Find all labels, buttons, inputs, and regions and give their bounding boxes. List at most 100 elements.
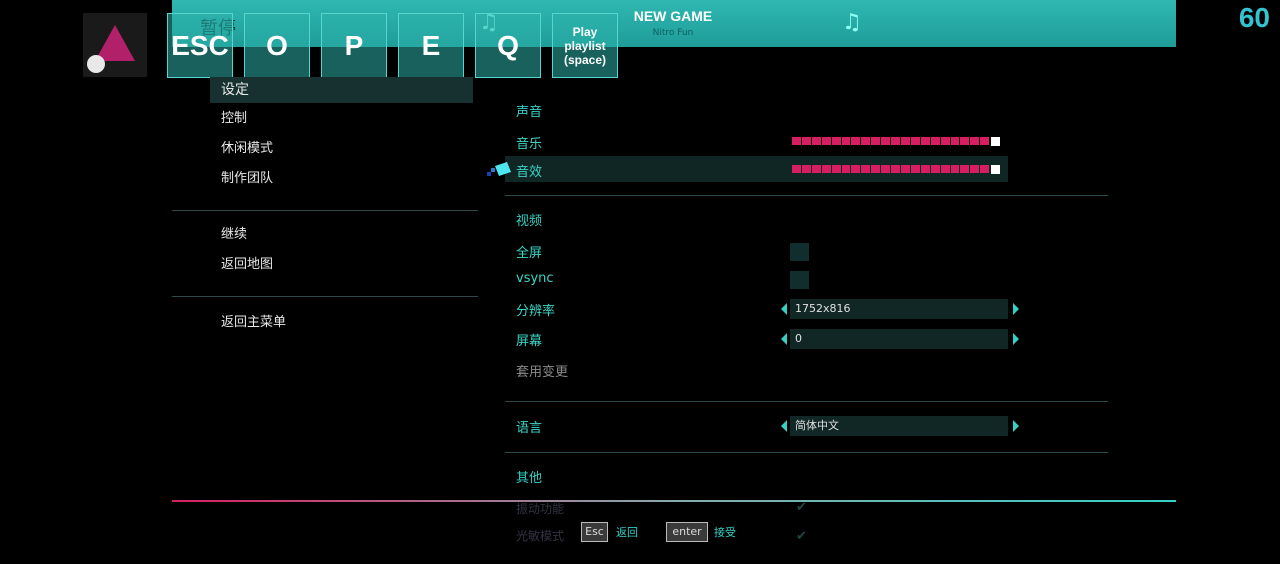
playlist-line-1: Play (572, 24, 598, 39)
playlist-line-3: (space) (563, 52, 607, 67)
slider-segment (851, 137, 861, 145)
slider-segment (920, 137, 930, 145)
song-title: NEW GAME (633, 8, 713, 24)
apply-changes-button[interactable]: 套用变更 (516, 361, 568, 380)
enter-hint-label: 接受 (714, 526, 736, 539)
sfx-volume-label: 音效 (516, 165, 543, 180)
key-e-button[interactable]: E (398, 13, 464, 78)
fps-counter: 60 (1238, 2, 1270, 33)
section-other-title: 其他 (516, 471, 543, 486)
slider-knob[interactable] (991, 164, 1001, 174)
screen-selector[interactable]: 0 (780, 329, 1020, 349)
slider-segment (910, 137, 920, 145)
arrow-left-icon[interactable] (781, 303, 787, 315)
slider-segment (831, 137, 841, 145)
section-sound-title: 声音 (516, 105, 543, 120)
menu-item-controls[interactable]: 控制 (210, 106, 473, 132)
slider-segment (940, 137, 950, 145)
slider-segment (811, 137, 821, 145)
arrow-right-icon[interactable] (1013, 420, 1019, 432)
key-o-button[interactable]: O (244, 13, 310, 78)
music-volume-label: 音乐 (516, 137, 543, 152)
slider-segment (910, 165, 920, 173)
slider-segment (881, 165, 891, 173)
resolution-selector[interactable]: 1752x816 (780, 299, 1020, 319)
vibration-checkbox[interactable]: ✔ (796, 500, 807, 515)
vsync-label: vsync (516, 271, 554, 286)
slider-segment (792, 137, 801, 145)
menu-divider (172, 210, 478, 211)
settings-divider (505, 195, 1108, 196)
vibration-label: 振动功能 (516, 502, 565, 516)
vsync-checkbox[interactable] (790, 271, 809, 289)
slider-segment (851, 165, 861, 173)
photosensitive-checkbox[interactable]: ✔ (796, 529, 807, 544)
slider-segment (980, 165, 990, 173)
play-playlist-button[interactable]: Play playlist (space) (552, 13, 618, 78)
menu-item-settings[interactable]: 设定 (210, 77, 473, 103)
playlist-line-2: playlist (564, 38, 606, 53)
song-artist: Nitro Fun (652, 28, 694, 38)
arrow-right-icon[interactable] (1013, 333, 1019, 345)
language-selector[interactable]: 简体中文 (780, 416, 1020, 436)
slider-segment (821, 137, 831, 145)
arrow-right-icon[interactable] (1013, 303, 1019, 315)
slider-segment (861, 165, 871, 173)
selection-cursor-icon (487, 162, 511, 176)
slider-knob[interactable] (991, 136, 1001, 146)
key-q-button[interactable]: Q (475, 13, 541, 78)
menu-item-credits[interactable]: 制作团队 (210, 166, 473, 192)
section-video-title: 视频 (516, 214, 543, 229)
sfx-volume-slider[interactable] (792, 164, 1001, 174)
game-logo (83, 13, 147, 77)
slider-segment (950, 137, 960, 145)
screen-value: 0 (790, 329, 1008, 349)
settings-divider (505, 401, 1108, 402)
slider-segment (841, 165, 851, 173)
key-p-button[interactable]: P (321, 13, 387, 78)
slider-segment (871, 137, 881, 145)
slider-segment (970, 137, 980, 145)
settings-divider (505, 452, 1108, 453)
fullscreen-label: 全屏 (516, 246, 543, 261)
esc-hint-label: 返回 (616, 526, 638, 539)
menu-item-continue[interactable]: 继续 (210, 222, 473, 248)
slider-segment (891, 137, 900, 145)
language-value: 简体中文 (790, 416, 1008, 436)
slider-segment (940, 165, 950, 173)
arrow-left-icon[interactable] (781, 420, 787, 432)
slider-segment (811, 165, 821, 173)
arrow-left-icon[interactable] (781, 333, 787, 345)
screen-label: 屏幕 (516, 334, 543, 349)
key-esc-button[interactable]: ESC (167, 13, 233, 78)
slider-segment (831, 165, 841, 173)
slider-segment (920, 165, 930, 173)
menu-divider (172, 296, 478, 297)
esc-hint-key[interactable]: Esc (581, 522, 608, 542)
menu-item-main-menu[interactable]: 返回主菜单 (210, 310, 473, 336)
menu-item-casual-mode[interactable]: 休闲模式 (210, 136, 473, 162)
slider-segment (980, 137, 990, 145)
slider-segment (900, 137, 910, 145)
slider-segment (881, 137, 891, 145)
enter-hint-key[interactable]: enter (666, 522, 708, 542)
slider-segment (841, 137, 851, 145)
photosensitive-label: 光敏模式 (516, 529, 565, 543)
logo-dot (87, 55, 105, 73)
resolution-value: 1752x816 (790, 299, 1008, 319)
slider-segment (930, 137, 940, 145)
music-note-icon: ♫ (842, 10, 862, 35)
slider-segment (891, 165, 900, 173)
slider-segment (930, 165, 940, 173)
resolution-label: 分辨率 (516, 304, 556, 319)
menu-item-return-map[interactable]: 返回地图 (210, 252, 473, 278)
slider-segment (960, 137, 970, 145)
slider-segment (871, 165, 881, 173)
slider-segment (821, 165, 831, 173)
music-volume-slider[interactable] (792, 136, 1001, 146)
footer-divider (172, 500, 1176, 502)
slider-segment (960, 165, 970, 173)
language-label: 语言 (516, 421, 543, 436)
slider-segment (970, 165, 980, 173)
fullscreen-checkbox[interactable] (790, 243, 809, 261)
